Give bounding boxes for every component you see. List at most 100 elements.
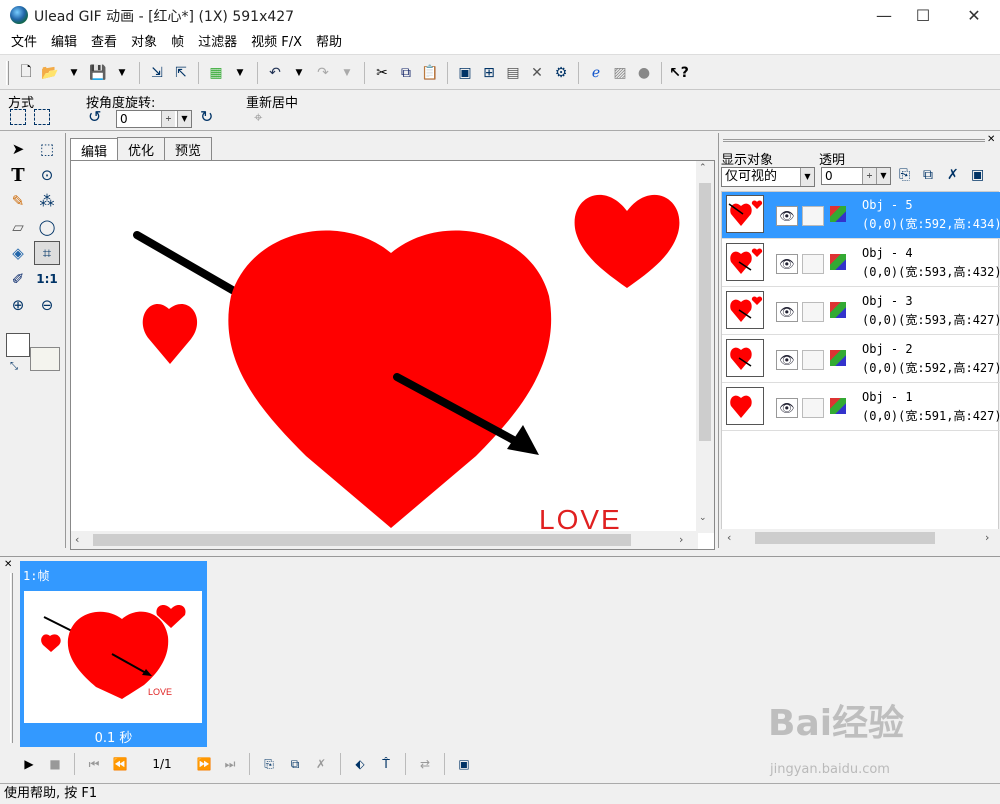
spin-updown-icon[interactable]: ÷: [862, 168, 876, 184]
object-row-1[interactable]: 👁 Obj - 1 (0,0)(宽:591,高:427): [722, 384, 1000, 431]
cut-icon[interactable]: ✂: [371, 62, 393, 84]
dropdown-arrow-icon[interactable]: ▼: [288, 62, 310, 84]
chevron-down-icon[interactable]: ⌄: [699, 513, 707, 523]
swap-colors-icon[interactable]: ⤡: [10, 361, 18, 372]
copy-icon[interactable]: ⧉: [395, 62, 417, 84]
next-frame-icon[interactable]: ⏩: [193, 753, 215, 775]
wizard-icon[interactable]: ⚙: [550, 62, 572, 84]
optimize-icon[interactable]: ▨: [609, 62, 631, 84]
menu-filter[interactable]: 过滤器: [191, 32, 244, 54]
eye-icon[interactable]: 👁: [776, 254, 798, 274]
object-row-3[interactable]: 👁 Obj - 3 (0,0)(宽:593,高:427): [722, 288, 1000, 335]
delete-icon[interactable]: ✕: [526, 62, 548, 84]
eye-icon[interactable]: 👁: [776, 206, 798, 226]
context-help-icon[interactable]: ↖?: [668, 62, 690, 84]
vertical-scroll-thumb[interactable]: [699, 183, 711, 441]
last-frame-icon[interactable]: ⏭: [219, 753, 241, 775]
duplicate-frame-icon[interactable]: ⧉: [284, 753, 306, 775]
open-file-icon[interactable]: 📂: [39, 62, 61, 84]
lock-toggle[interactable]: [802, 206, 824, 226]
spin-updown-icon[interactable]: ÷: [161, 111, 175, 127]
canvas-vertical-scrollbar[interactable]: ⌃ ⌄: [696, 161, 714, 533]
first-frame-icon[interactable]: ⏮: [83, 753, 105, 775]
chevron-left-icon[interactable]: ‹: [727, 531, 731, 544]
eye-icon[interactable]: 👁: [776, 398, 798, 418]
dropdown-arrow-icon[interactable]: ▼: [63, 62, 85, 84]
object-row-4[interactable]: 👁 Obj - 4 (0,0)(宽:593,高:432): [722, 240, 1000, 287]
chevron-right-icon[interactable]: ›: [679, 533, 683, 546]
frame-thumbnail-1[interactable]: 1:帧 LOVE 0.1 秒: [20, 561, 207, 747]
add-text-icon[interactable]: ▤: [502, 62, 524, 84]
canvas-area[interactable]: LOVE ⌃ ⌄ ‹ ›: [70, 160, 715, 550]
lasso-icon[interactable]: ◯: [34, 215, 60, 239]
eraser-icon[interactable]: ▱: [5, 215, 31, 239]
export-icon[interactable]: ⇱: [170, 62, 192, 84]
lock-toggle[interactable]: [802, 254, 824, 274]
chevron-down-icon[interactable]: ▼: [876, 168, 890, 184]
show-objects-select[interactable]: 仅可视的 ▼: [721, 167, 815, 187]
background-color-swatch[interactable]: [30, 347, 60, 371]
eyedropper-icon[interactable]: ✐: [5, 267, 31, 291]
menu-help[interactable]: 帮助: [309, 32, 349, 54]
mode-select-icon[interactable]: [10, 109, 26, 125]
save-icon[interactable]: 💾: [87, 62, 109, 84]
chevron-down-icon[interactable]: ▼: [800, 168, 814, 186]
object-list-scrollbar[interactable]: ‹ ›: [721, 529, 999, 547]
chevron-right-icon[interactable]: ›: [985, 531, 989, 544]
brush-icon[interactable]: ✎: [5, 189, 31, 213]
pointer-icon[interactable]: ➤: [5, 137, 31, 161]
redo-icon[interactable]: ↷: [312, 62, 334, 84]
add-frame-icon[interactable]: ▣: [454, 62, 476, 84]
horizontal-scroll-thumb[interactable]: [93, 534, 631, 546]
chevron-down-icon[interactable]: ▼: [177, 111, 191, 127]
delete-object-icon[interactable]: ✗: [947, 167, 959, 183]
new-object-icon[interactable]: ⎘: [899, 167, 910, 183]
zoom-in-icon[interactable]: ⊕: [5, 293, 31, 317]
object-row-2[interactable]: 👁 Obj - 2 (0,0)(宽:592,高:427): [722, 336, 1000, 383]
stop-icon[interactable]: ■: [44, 753, 66, 775]
tab-optimize[interactable]: 优化: [117, 137, 166, 161]
menu-view[interactable]: 查看: [84, 32, 124, 54]
menu-file[interactable]: 文件: [4, 32, 44, 54]
text-tool-icon[interactable]: T: [5, 163, 31, 187]
chevron-up-icon[interactable]: ⌃: [699, 163, 707, 173]
lock-toggle[interactable]: [802, 350, 824, 370]
close-icon[interactable]: ✕: [4, 559, 12, 570]
import-icon[interactable]: ⇲: [146, 62, 168, 84]
eye-icon[interactable]: 👁: [776, 350, 798, 370]
object-row-5[interactable]: 👁 Obj - 5 (0,0)(宽:592,高:434): [722, 192, 1000, 239]
dropdown-arrow-icon[interactable]: ▼: [336, 62, 358, 84]
close-icon[interactable]: ✕: [987, 134, 995, 145]
maximize-button[interactable]: ☐: [900, 0, 946, 31]
transparency-input[interactable]: 0 ÷ ▼: [821, 167, 891, 185]
tab-edit[interactable]: 编辑: [70, 138, 119, 162]
tab-preview[interactable]: 预览: [164, 137, 213, 161]
add-image-icon[interactable]: ⊞: [478, 62, 500, 84]
rotate-left-icon[interactable]: ↺: [88, 107, 101, 126]
tween-icon[interactable]: ⬖: [349, 753, 371, 775]
add-frame-icon[interactable]: ⎘: [258, 753, 280, 775]
lock-toggle[interactable]: [802, 398, 824, 418]
lock-toggle[interactable]: [802, 302, 824, 322]
delete-frame-icon[interactable]: ✗: [310, 753, 332, 775]
menu-frame[interactable]: 帧: [164, 32, 191, 54]
text-banner-icon[interactable]: T̂: [375, 753, 397, 775]
duplicate-object-icon[interactable]: ⧉: [923, 167, 933, 183]
actual-size-icon[interactable]: 1:1: [34, 267, 60, 291]
menu-object[interactable]: 对象: [124, 32, 164, 54]
transform-tool-icon[interactable]: ⌗: [34, 241, 60, 265]
close-button[interactable]: ✕: [951, 0, 997, 31]
dropdown-arrow-icon[interactable]: ▼: [111, 62, 133, 84]
previous-frame-icon[interactable]: ⏪: [109, 753, 131, 775]
foreground-color-swatch[interactable]: [6, 333, 30, 357]
dropdown-arrow-icon[interactable]: ▼: [229, 62, 251, 84]
crosshair-icon[interactable]: ⌖: [254, 108, 262, 126]
menu-edit[interactable]: 编辑: [44, 32, 84, 54]
canvas-horizontal-scrollbar[interactable]: ‹ ›: [71, 531, 698, 549]
reverse-frames-icon[interactable]: ⇄: [414, 753, 436, 775]
object-properties-icon[interactable]: ▣: [971, 167, 984, 183]
zoom-out-icon[interactable]: ⊖: [34, 293, 60, 317]
properties-icon[interactable]: ●: [633, 62, 655, 84]
crop-icon[interactable]: ⬚: [34, 137, 60, 161]
undo-icon[interactable]: ↶: [264, 62, 286, 84]
